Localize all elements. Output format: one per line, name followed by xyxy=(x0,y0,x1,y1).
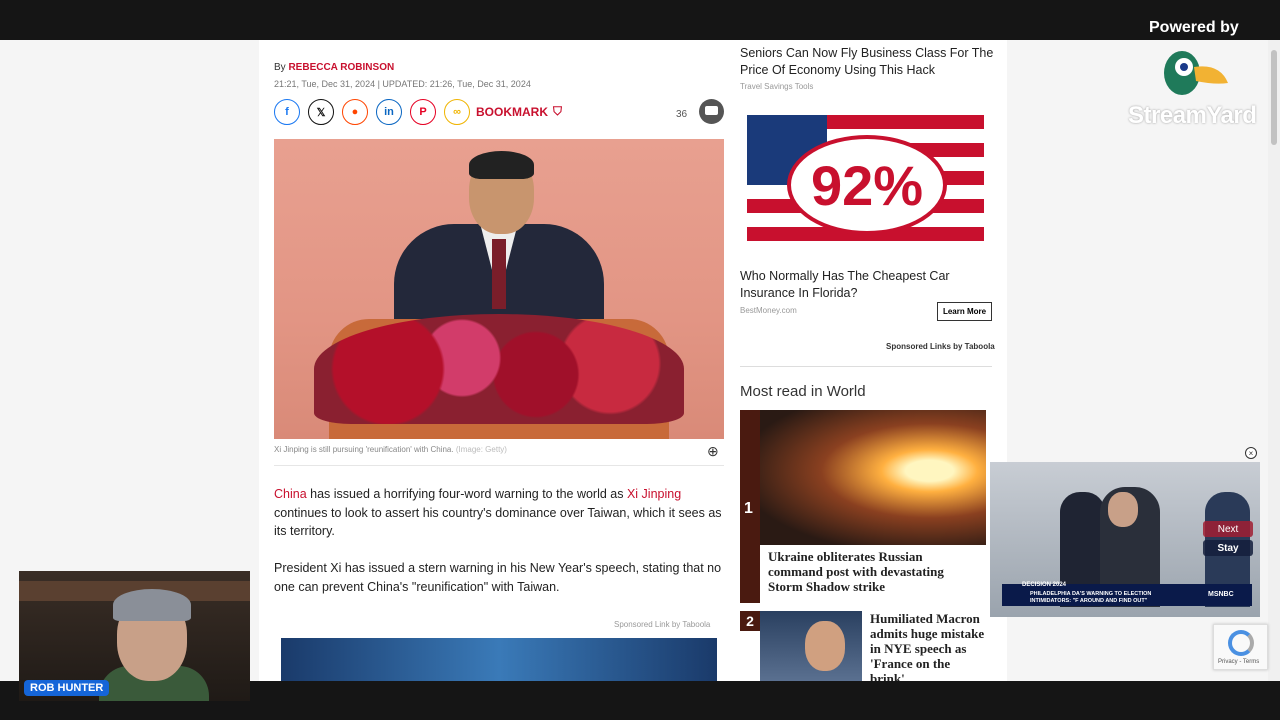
zoom-icon[interactable]: ⊕ xyxy=(707,443,719,460)
taboola-label[interactable]: Sponsored Links by Taboola xyxy=(886,342,995,351)
ad-image-92[interactable]: 92% xyxy=(747,115,984,255)
recaptcha-icon xyxy=(1228,630,1254,656)
x-icon[interactable]: 𝕏 xyxy=(308,99,334,125)
sidebar-divider xyxy=(740,366,992,367)
share-bar: f 𝕏 ● in P ∞ xyxy=(274,99,470,125)
most-read-title: Most read in World xyxy=(740,383,866,400)
link-icon[interactable]: ∞ xyxy=(444,99,470,125)
close-icon[interactable]: × xyxy=(1245,447,1257,459)
dateline: 21:21, Tue, Dec 31, 2024 | UPDATED: 21:2… xyxy=(274,79,531,89)
ad-source-1: Travel Savings Tools xyxy=(740,82,814,91)
reddit-icon[interactable]: ● xyxy=(342,99,368,125)
author-link[interactable]: REBECCA ROBINSON xyxy=(288,62,394,73)
story-rank: 1 xyxy=(744,500,753,517)
streamyard-logo-text: StreamYard xyxy=(1128,102,1257,129)
image-caption: Xi Jinping is still pursuing 'reunificat… xyxy=(274,445,507,454)
hero-image[interactable] xyxy=(274,139,724,439)
linkedin-icon[interactable]: in xyxy=(376,99,402,125)
article-column: By REBECCA ROBINSON 21:21, Tue, Dec 31, … xyxy=(259,40,734,681)
decision-bug: DECISION 2024 xyxy=(1022,582,1067,588)
sidebar: Seniors Can Now Fly Business Class For T… xyxy=(734,40,1007,681)
ad-title-1[interactable]: Seniors Can Now Fly Business Class For T… xyxy=(740,45,1002,79)
story-headline: Ukraine obliterates Russian command post… xyxy=(760,545,986,603)
network-logo: MSNBC xyxy=(1208,591,1234,598)
image-credit: (Image: Getty) xyxy=(455,445,507,454)
scrollbar-thumb[interactable] xyxy=(1271,50,1277,145)
china-link[interactable]: China xyxy=(274,487,307,501)
bookmark-icon: ⛉ xyxy=(553,104,563,118)
comment-icon[interactable] xyxy=(699,99,724,124)
page-scrollbar[interactable] xyxy=(1268,40,1280,681)
ad-source-2: BestMoney.com xyxy=(740,306,797,315)
story-image xyxy=(760,611,862,681)
stream-top-bar xyxy=(0,0,1280,40)
comment-count: 36 xyxy=(676,109,688,120)
divider xyxy=(274,465,724,466)
news-chyron: PHILADELPHIA DA'S WARNING TO ELECTION IN… xyxy=(1030,591,1152,604)
stay-button[interactable]: Stay xyxy=(1203,540,1253,556)
article-paragraph-2: President Xi has issued a stern warning … xyxy=(274,561,722,594)
facebook-icon[interactable]: f xyxy=(274,99,300,125)
streamyard-duck-icon xyxy=(1164,51,1228,95)
sponsored-link-label[interactable]: Sponsored Link by Taboola xyxy=(614,620,710,629)
next-video-button[interactable]: Next xyxy=(1203,521,1253,537)
most-read-item-2[interactable]: 2 Humiliated Macron admits huge mistake … xyxy=(740,611,986,681)
ad-title-2[interactable]: Who Normally Has The Cheapest Car Insura… xyxy=(740,268,1002,302)
article-paragraph-1: China has issued a horrifying four-word … xyxy=(274,487,722,538)
pinterest-icon[interactable]: P xyxy=(410,99,436,125)
story-rank: 2 xyxy=(740,611,760,631)
most-read-item-1[interactable]: 1 Ukraine obliterates Russian command po… xyxy=(740,410,986,603)
sponsored-image[interactable] xyxy=(281,638,717,681)
learn-more-button[interactable]: Learn More xyxy=(937,302,992,321)
bookmark-button[interactable]: BOOKMARK ⛉ xyxy=(476,104,562,119)
powered-by-label: Powered by xyxy=(1149,19,1239,36)
presenter-name-tag: ROB HUNTER xyxy=(24,680,110,696)
story-headline: Humiliated Macron admits huge mistake in… xyxy=(870,611,985,681)
byline: By REBECCA ROBINSON xyxy=(274,62,395,73)
xi-jinping-link[interactable]: Xi Jinping xyxy=(627,487,681,501)
recaptcha-badge[interactable]: Privacy - Terms xyxy=(1213,624,1268,670)
story-image xyxy=(760,410,986,545)
